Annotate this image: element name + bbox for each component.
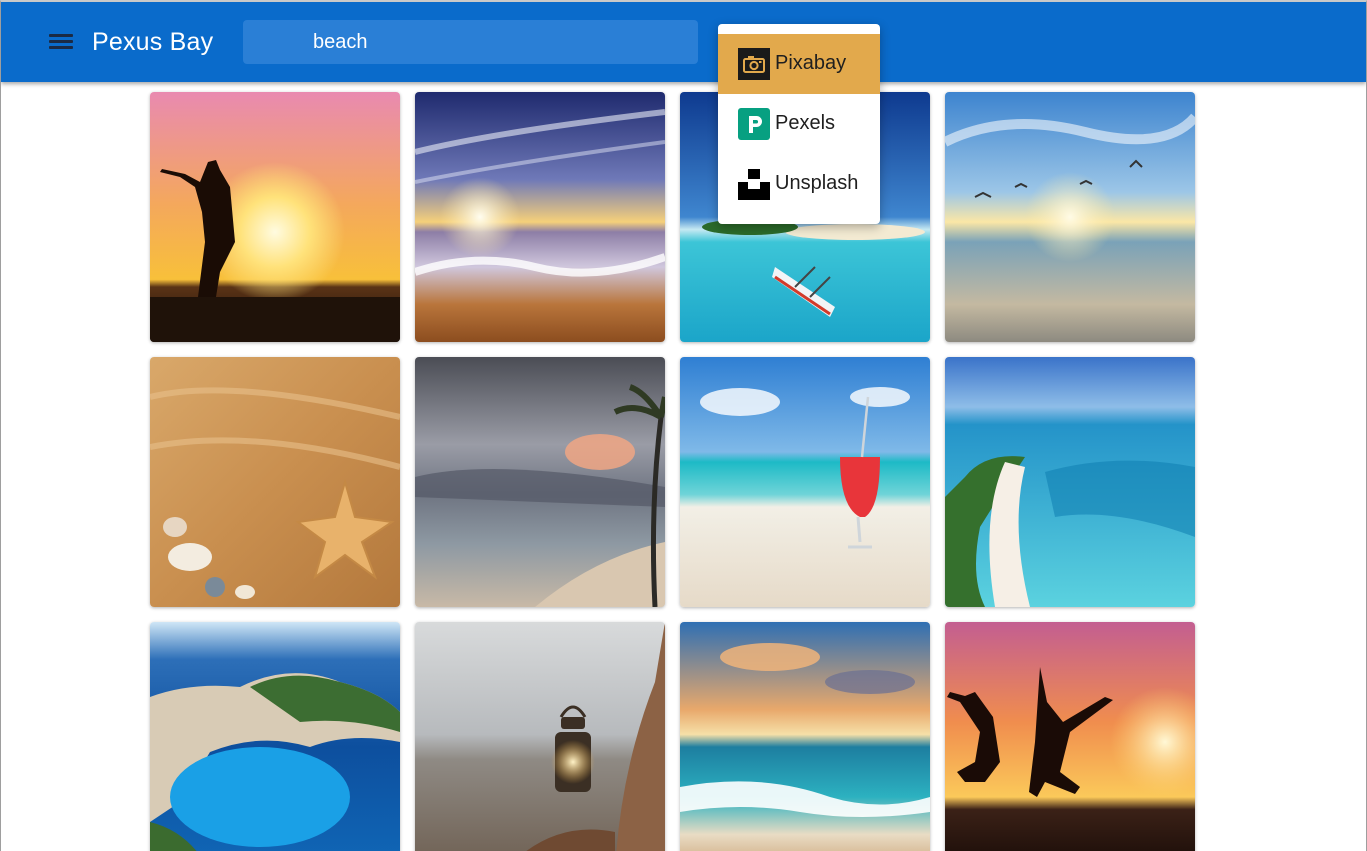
image-result[interactable] [415,622,665,851]
image-result[interactable] [945,622,1195,851]
app-bar: Pexus Bay [1,2,1366,82]
pexels-logo-icon [738,108,770,140]
unsplash-logo-icon [738,168,770,200]
image-result[interactable] [150,622,400,851]
image-result[interactable] [680,357,930,607]
source-option-label: Unsplash [775,172,859,194]
app-window: Pexus Bay Pixabay [0,0,1367,851]
image-result[interactable] [150,357,400,607]
image-result[interactable] [945,92,1195,342]
hamburger-menu-icon[interactable] [45,28,77,56]
source-dropdown-menu: Pixabay Pexels Unsplash [718,24,880,224]
pixabay-camera-icon [738,48,770,80]
source-option-pixabay[interactable]: Pixabay [718,34,880,94]
source-option-pexels[interactable]: Pexels [718,94,880,154]
image-result[interactable] [415,357,665,607]
source-option-unsplash[interactable]: Unsplash [718,154,880,214]
image-result[interactable] [415,92,665,342]
search-box[interactable] [243,20,698,64]
source-option-label: Pexels [775,112,836,134]
image-result[interactable] [150,92,400,342]
source-option-label: Pixabay [775,52,847,74]
search-input[interactable] [243,20,698,64]
app-title: Pexus Bay [92,28,214,56]
image-result[interactable] [680,622,930,851]
image-result[interactable] [945,357,1195,607]
